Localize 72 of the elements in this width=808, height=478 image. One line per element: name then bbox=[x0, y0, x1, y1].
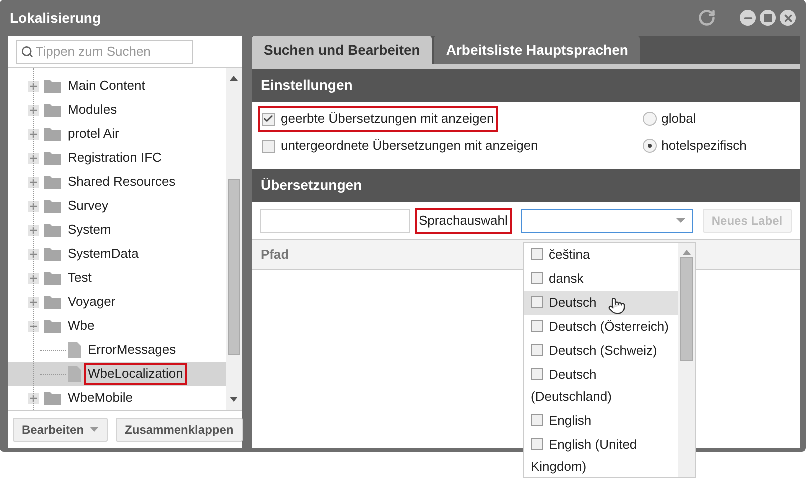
radio-option[interactable]: global bbox=[642, 107, 793, 131]
tree-item[interactable]: System bbox=[65, 220, 114, 240]
tab[interactable]: Arbeitsliste Hauptsprachen bbox=[434, 36, 640, 64]
toolbar-button[interactable]: Zusammenklappen bbox=[116, 418, 243, 442]
tree-item[interactable]: Wbe bbox=[65, 316, 98, 336]
expand-icon[interactable] bbox=[28, 176, 39, 188]
checkbox-option[interactable]: untergeordnete Übersetzungen mit anzeigen bbox=[259, 134, 542, 158]
tree-item[interactable]: protel Air bbox=[65, 124, 122, 144]
expand-icon[interactable] bbox=[28, 272, 39, 284]
scroll-down-icon[interactable] bbox=[230, 397, 238, 402]
checkbox[interactable] bbox=[531, 414, 543, 426]
expand-icon[interactable] bbox=[28, 128, 39, 140]
section-header: Einstellungen bbox=[252, 69, 800, 102]
dropdown-option[interactable]: English bbox=[524, 409, 678, 433]
tree-item[interactable]: Main Content bbox=[65, 76, 148, 96]
search-icon bbox=[21, 44, 34, 58]
tree-item[interactable]: WbeMobile bbox=[65, 388, 136, 408]
minimize-icon[interactable] bbox=[740, 10, 756, 26]
field-label: Sprachauswahl bbox=[416, 208, 511, 232]
expand-icon[interactable] bbox=[28, 152, 39, 164]
tree-item[interactable]: Shared Resources bbox=[65, 172, 179, 192]
dropdown-option[interactable]: English (United Kingdom) bbox=[524, 433, 678, 477]
radio-option[interactable]: hotelspezifisch bbox=[642, 134, 793, 158]
checkbox[interactable] bbox=[531, 368, 543, 380]
checkbox[interactable] bbox=[531, 272, 543, 284]
radio-button[interactable] bbox=[642, 139, 657, 153]
tree-item[interactable]: Registration IFC bbox=[65, 148, 165, 168]
expand-icon[interactable] bbox=[28, 248, 39, 260]
refresh-icon[interactable] bbox=[698, 9, 716, 27]
tree-item[interactable]: Survey bbox=[65, 196, 112, 216]
checkbox[interactable] bbox=[531, 344, 543, 356]
expand-icon[interactable] bbox=[28, 80, 39, 92]
scrollbar[interactable] bbox=[678, 243, 695, 477]
radio-button[interactable] bbox=[642, 112, 657, 126]
dropdown-option[interactable]: čeština bbox=[524, 243, 678, 267]
toolbar-button[interactable]: Bearbeiten bbox=[13, 418, 108, 442]
text-field[interactable] bbox=[260, 208, 410, 232]
scrollbar[interactable] bbox=[226, 68, 242, 410]
dropdown-option[interactable]: Deutsch (Deutschland) bbox=[524, 363, 678, 409]
checkbox[interactable] bbox=[531, 248, 543, 260]
checkbox-option[interactable]: geerbte Übersetzungen mit anzeigen bbox=[259, 107, 498, 131]
tree-item[interactable]: SystemData bbox=[65, 244, 142, 264]
checkbox[interactable] bbox=[262, 140, 275, 152]
tree-item[interactable]: ErrorMessages bbox=[85, 340, 180, 360]
expand-icon[interactable] bbox=[28, 224, 39, 236]
tree-item[interactable]: Voyager bbox=[65, 292, 119, 312]
language-dropdown[interactable] bbox=[520, 208, 693, 232]
collapse-icon[interactable] bbox=[28, 320, 39, 332]
window-title: Lokalisierung bbox=[10, 8, 102, 28]
tree-item[interactable]: Test bbox=[65, 268, 95, 288]
tab[interactable]: Suchen und Bearbeiten bbox=[252, 36, 432, 64]
dropdown-option[interactable]: Deutsch bbox=[524, 291, 678, 315]
column-header[interactable]: Pfad bbox=[261, 244, 290, 264]
search-field[interactable]: Tippen zum Suchen bbox=[16, 40, 193, 64]
checkbox[interactable] bbox=[531, 296, 543, 308]
scroll-up-icon[interactable] bbox=[230, 76, 238, 81]
checkbox[interactable] bbox=[531, 320, 543, 332]
checkbox[interactable] bbox=[262, 112, 275, 126]
expand-icon[interactable] bbox=[28, 104, 39, 116]
expand-icon[interactable] bbox=[28, 392, 39, 404]
close-icon[interactable] bbox=[780, 10, 796, 26]
dropdown-option[interactable]: Deutsch (Schweiz) bbox=[524, 339, 678, 363]
hand-cursor-icon bbox=[608, 297, 626, 315]
expand-icon[interactable] bbox=[28, 200, 39, 212]
expand-icon[interactable] bbox=[28, 296, 39, 308]
section-header: Übersetzungen bbox=[252, 169, 800, 202]
dropdown-option[interactable]: dansk bbox=[524, 267, 678, 291]
checkbox[interactable] bbox=[531, 438, 543, 450]
dropdown-option[interactable]: Deutsch (Österreich) bbox=[524, 315, 678, 339]
tree-item[interactable]: Modules bbox=[65, 100, 120, 120]
caret-icon bbox=[676, 218, 686, 223]
maximize-icon[interactable] bbox=[760, 10, 776, 26]
